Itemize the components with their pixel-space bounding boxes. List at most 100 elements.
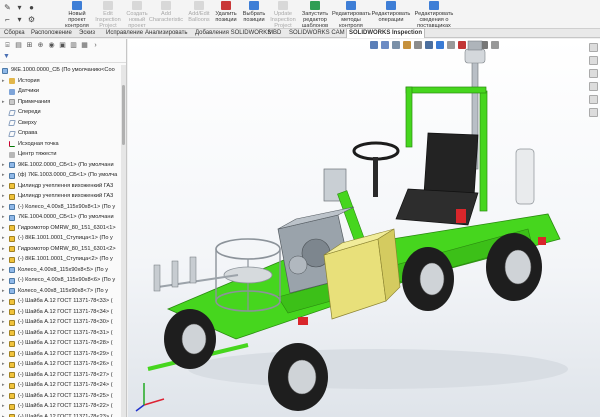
appearances-icon[interactable]	[589, 95, 598, 104]
tab-3[interactable]: Эскиз	[77, 29, 97, 38]
expand-arrow-icon[interactable]: ▸	[2, 317, 7, 328]
ribbon-button-1[interactable]: Новый проект контроля	[62, 1, 92, 29]
dimxpert-icon[interactable]: ⊕	[36, 42, 45, 50]
design-library-icon[interactable]	[589, 56, 598, 65]
tree-item[interactable]: ▸ (-) Шайба А.12 ГОСТ 11371-78<30> (	[0, 317, 122, 328]
expand-arrow-icon[interactable]: ▸	[2, 223, 7, 234]
expand-arrow-icon[interactable]: ▸	[2, 380, 7, 391]
tree-item[interactable]: ▸ (-) Шайба А.12 ГОСТ 11371-78<24> (	[0, 380, 122, 391]
view-palette-icon[interactable]	[589, 82, 598, 91]
tree-root[interactable]: 9КЕ.1000.0000_СБ (По умолчанию<Соо	[0, 65, 122, 76]
pencil-icon[interactable]: ✎	[2, 2, 13, 13]
ribbon-button-5[interactable]: Add/Edit Balloons	[186, 1, 212, 28]
ribbon-button-12[interactable]: Редактировать сведения о поставщиках	[411, 1, 457, 29]
display-manager-icon[interactable]: ◉	[47, 42, 56, 50]
property-manager-icon[interactable]: ▤	[14, 42, 23, 50]
chevron-right-icon[interactable]: ›	[91, 42, 100, 50]
file-explorer-icon[interactable]	[589, 69, 598, 78]
ribbon-button-7[interactable]: Выбрать позиции	[240, 1, 268, 28]
tree-item[interactable]: ▸ Колесо_4.00х8_115х90х8<5> (По у	[0, 265, 122, 276]
expand-arrow-icon[interactable]: ▸	[2, 97, 7, 108]
cam-tree-icon[interactable]: ▣	[58, 42, 67, 50]
sketch-icon[interactable]: ⌐	[2, 14, 13, 25]
expand-arrow-icon[interactable]: ▸	[2, 76, 7, 87]
tree-item[interactable]: ▸ (-) Колесо_4.00х8_115х90х8<6> (По у	[0, 275, 122, 286]
expand-arrow-icon[interactable]: ▸	[2, 349, 7, 360]
tree-item[interactable]: ▸ Колесо_4.00х8_115х90х8<7> (По у	[0, 286, 122, 297]
expand-arrow-icon[interactable]: ▸	[2, 244, 7, 255]
tab-7[interactable]: MBD	[266, 29, 283, 38]
home-icon[interactable]	[589, 43, 598, 52]
tree-item[interactable]: ▸ (-) Шайба А.12 ГОСТ 11371-78<29> (	[0, 349, 122, 360]
tree-item[interactable]: Центр тяжести	[0, 149, 122, 160]
expand-arrow-icon[interactable]: ▸	[2, 181, 7, 192]
expand-arrow-icon[interactable]: ▸	[2, 307, 7, 318]
expand-arrow-icon[interactable]: ▸	[2, 359, 7, 370]
tab-9[interactable]: SOLIDWORKS Inspection	[346, 28, 426, 38]
expand-arrow-icon[interactable]: ▸	[2, 170, 7, 181]
ribbon-button-2[interactable]: Edit Inspection Project	[93, 1, 123, 29]
tree-item[interactable]: ▸ (-) Шайба А.12 ГОСТ 11371-78<27> (	[0, 370, 122, 381]
tree-item[interactable]: Справа	[0, 128, 122, 139]
tree-item[interactable]: ▸ (-) Шайба А.12 ГОСТ 11371-78<34> (	[0, 307, 122, 318]
ribbon-button-11[interactable]: Редактировать операции	[371, 1, 411, 28]
expand-arrow-icon[interactable]: ▸	[2, 338, 7, 349]
vehicle-3d-model[interactable]	[128, 39, 588, 417]
tree-item[interactable]: Датчики	[0, 86, 122, 97]
scrollbar-thumb[interactable]	[122, 85, 125, 145]
filter-icon[interactable]: ▼	[3, 53, 10, 60]
expand-arrow-icon[interactable]: ▸	[2, 286, 7, 297]
expand-arrow-icon[interactable]: ▸	[2, 328, 7, 339]
tree-item[interactable]: ▸ (-) Шайба А.12 ГОСТ 11371-78<23> (	[0, 412, 122, 417]
expand-arrow-icon[interactable]: ▸	[2, 212, 7, 223]
traffic-light-icon[interactable]: ●	[26, 2, 37, 13]
expand-arrow-icon[interactable]: ▸	[2, 233, 7, 244]
tab-4[interactable]: Исправление	[104, 29, 145, 38]
tree-item[interactable]: Сверху	[0, 118, 122, 129]
tree-item[interactable]: ▸ (-) Шайба А.12 ГОСТ 11371-78<26> (	[0, 359, 122, 370]
expand-arrow-icon[interactable]: ▸	[2, 202, 7, 213]
expand-arrow-icon[interactable]: ▸	[2, 160, 7, 171]
tab-8[interactable]: SOLIDWORKS CAM	[287, 29, 347, 38]
tree-item[interactable]: ▸ Цилиндр учеплення вихоженкий ГА3	[0, 191, 122, 202]
dropdown-arrow-icon[interactable]: ▾	[14, 2, 25, 13]
tree-item[interactable]: ▸ Цилиндр учеплення вихоженкий ГА3	[0, 181, 122, 192]
tree-item[interactable]: ▸ (-) Шайба А.12 ГОСТ 11371-78<25> (	[0, 391, 122, 402]
expand-arrow-icon[interactable]: ▸	[2, 412, 7, 417]
tree-item[interactable]: ▸ Примечания	[0, 97, 122, 108]
ribbon-button-9[interactable]: Запустить редактор шаблонов	[299, 1, 331, 29]
tree-item[interactable]: Спереди	[0, 107, 122, 118]
tree-item[interactable]: ▸ (ф) 7КЕ.1003.0000_СБ<1> (По умолча	[0, 170, 122, 181]
tree-item[interactable]: ▸ (-) 8КЕ.1001.0001_Ступица<1> (По у	[0, 233, 122, 244]
tree-item[interactable]: Исходная точка	[0, 139, 122, 150]
tab-6[interactable]: Добавления SOLIDWORKS	[193, 29, 273, 38]
ribbon-button-3[interactable]: Создать новый проект	[124, 1, 150, 29]
expand-arrow-icon[interactable]: ▸	[2, 265, 7, 276]
ribbon-button-6[interactable]: Удалить позиции	[212, 1, 240, 28]
expand-arrow-icon[interactable]: ▸	[2, 275, 7, 286]
tree-item[interactable]: ▸ (-) Шайба А.12 ГОСТ 11371-78<22> (	[0, 401, 122, 412]
tree-item[interactable]: ▸ Гидромотор OMRW_80_151_6301<2>	[0, 244, 122, 255]
ribbon-button-8[interactable]: Update Inspection Project	[268, 1, 298, 29]
tree-item[interactable]: ▸ (-) 8КЕ.1001.0001_Ступица<2> (По у	[0, 254, 122, 265]
tab-5[interactable]: Анализировать	[143, 29, 189, 38]
tree-item[interactable]: ▸ 7КЕ.1004.0000_СБ<1> (По умолчани	[0, 212, 122, 223]
tree-item[interactable]: ▸ (-) Шайба А.12 ГОСТ 11371-78<33> (	[0, 296, 122, 307]
feature-tree-icon[interactable]: ⌸	[3, 42, 12, 50]
graphics-viewport[interactable]	[128, 39, 600, 417]
ribbon-button-4[interactable]: Add Characteristic	[148, 1, 184, 28]
cam-operation-icon[interactable]: ▥	[69, 42, 78, 50]
tab-1[interactable]: Сборка	[2, 29, 27, 38]
settings-gear-icon[interactable]: ⚙	[26, 14, 37, 25]
tree-item[interactable]: ▸ Гидромотор OMRW_80_151_6301<1>	[0, 223, 122, 234]
tree-item[interactable]: ▸ (-) Шайба А.12 ГОСТ 11371-78<28> (	[0, 338, 122, 349]
expand-arrow-icon[interactable]: ▸	[2, 191, 7, 202]
inspection-tree-icon[interactable]: ▦	[80, 42, 89, 50]
tab-2[interactable]: Расположение	[29, 29, 74, 38]
expand-arrow-icon[interactable]: ▸	[2, 391, 7, 402]
expand-arrow-icon[interactable]: ▸	[2, 401, 7, 412]
expand-arrow-icon[interactable]: ▸	[2, 296, 7, 307]
expand-arrow-icon[interactable]: ▸	[2, 370, 7, 381]
custom-properties-icon[interactable]	[589, 108, 598, 117]
tree-item[interactable]: ▸ (-) Шайба А.12 ГОСТ 11371-78<31> (	[0, 328, 122, 339]
